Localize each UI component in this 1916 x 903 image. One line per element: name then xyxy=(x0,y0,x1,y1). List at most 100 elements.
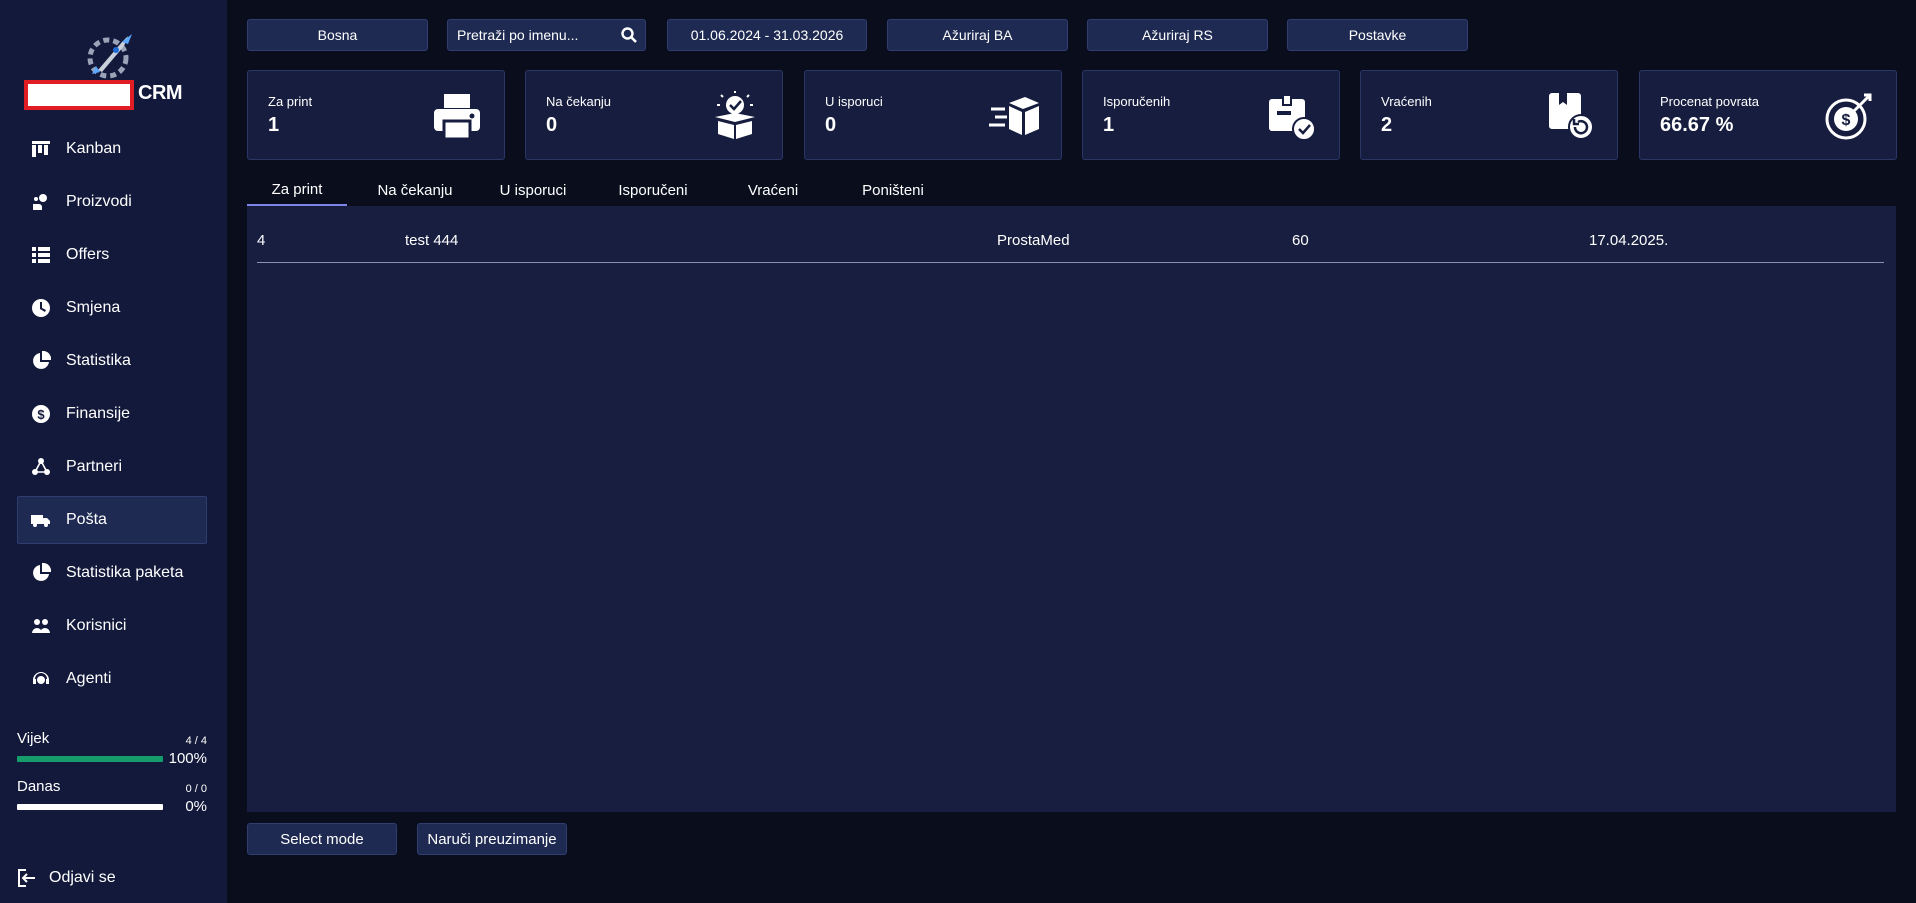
progress-label: Vijek xyxy=(17,730,50,747)
logout-label: Odjavi se xyxy=(49,869,116,886)
stat-label: Za print xyxy=(268,94,313,109)
sidebar-item-label: Korisnici xyxy=(66,617,127,634)
stat-label: U isporuci xyxy=(825,94,883,109)
search-icon xyxy=(621,27,637,43)
progress-track xyxy=(17,803,163,810)
box-check-icon xyxy=(710,91,760,141)
stat-card-za-print[interactable]: Za print 1 xyxy=(247,70,505,160)
settings-button[interactable]: Postavke xyxy=(1287,19,1468,51)
sidebar-item-posta[interactable]: Pošta xyxy=(17,496,207,544)
printer-icon xyxy=(432,91,482,141)
svg-text:$: $ xyxy=(37,407,45,422)
truck-icon xyxy=(30,509,52,531)
progress-count: 4 / 4 xyxy=(185,735,207,747)
stat-value: 66.67 % xyxy=(1660,114,1734,136)
tab-ponisteni[interactable]: Poništeni xyxy=(843,174,943,206)
stat-card-isporucenih[interactable]: Isporučenih 1 xyxy=(1082,70,1340,160)
return-box-icon xyxy=(1545,91,1595,141)
select-mode-button[interactable]: Select mode xyxy=(247,823,397,855)
update-ba-button[interactable]: Ažuriraj BA xyxy=(887,19,1068,51)
sidebar-item-label: Pošta xyxy=(66,511,107,528)
stat-card-procenat-povrata[interactable]: Procenat povrata 66.67 % $ xyxy=(1639,70,1897,160)
tab-vraceni[interactable]: Vraćeni xyxy=(723,174,823,206)
search-input[interactable]: Pretraži po imenu... xyxy=(447,19,646,51)
progress-label: Danas xyxy=(17,778,61,795)
stat-label: Isporučenih xyxy=(1103,94,1171,109)
tab-za-print[interactable]: Za print xyxy=(247,174,347,206)
logo[interactable]: CRM xyxy=(24,32,194,112)
dollar-icon: $ xyxy=(30,403,52,425)
sidebar-item-proizvodi[interactable]: Proizvodi xyxy=(17,178,207,226)
cell-name: test 444 xyxy=(405,232,459,249)
shipments-table: 4 test 444 ProstaMed 60 17.04.2025. xyxy=(247,206,1896,812)
sidebar-item-label: Proizvodi xyxy=(66,193,132,210)
delivered-box-icon xyxy=(1267,91,1317,141)
sidebar-item-korisnici[interactable]: Korisnici xyxy=(17,602,207,650)
stat-label: Na čekanju xyxy=(546,94,612,109)
progress-percent: 100% xyxy=(168,750,207,767)
cell-product: ProstaMed xyxy=(997,232,1070,249)
stat-value: 1 xyxy=(1103,114,1115,136)
table-row[interactable]: 4 test 444 ProstaMed 60 17.04.2025. xyxy=(257,228,1884,263)
sidebar-item-statistika-paketa[interactable]: Statistika paketa xyxy=(17,549,207,597)
sidebar-item-label: Agenti xyxy=(66,670,112,687)
brand-crm-text: CRM xyxy=(138,82,183,104)
sidebar-item-finansije[interactable]: $ Finansije xyxy=(17,390,207,438)
cell-date: 17.04.2025. xyxy=(1589,232,1669,249)
money-target-icon: $ xyxy=(1824,91,1874,141)
tab-isporuceni[interactable]: Isporučeni xyxy=(603,174,703,206)
rocket-logo-icon xyxy=(87,34,132,79)
sidebar-item-label: Statistika paketa xyxy=(66,564,184,581)
stat-card-vracenih[interactable]: Vraćenih 2 xyxy=(1360,70,1618,160)
tab-u-isporuci[interactable]: U isporuci xyxy=(483,174,583,206)
headset-icon xyxy=(30,668,52,690)
progress-percent: 0% xyxy=(185,798,207,815)
logout-icon xyxy=(18,869,35,887)
fast-box-icon xyxy=(989,91,1039,141)
sidebar-item-agenti[interactable]: Agenti xyxy=(17,655,207,703)
sidebar-item-offers[interactable]: Offers xyxy=(17,231,207,279)
progress-danas: Danas 0 / 0 0% xyxy=(17,778,207,815)
svg-text:$: $ xyxy=(1842,112,1851,129)
stat-label: Procenat povrata xyxy=(1660,94,1760,109)
progress-vijek: Vijek 4 / 4 100% xyxy=(17,730,207,767)
users-icon xyxy=(30,615,52,637)
kanban-icon xyxy=(30,138,52,160)
search-placeholder: Pretraži po imenu... xyxy=(457,27,579,43)
stat-value: 2 xyxy=(1381,114,1393,136)
sidebar-item-statistika[interactable]: Statistika xyxy=(17,337,207,385)
logout-button[interactable]: Odjavi se xyxy=(17,868,116,888)
order-pickup-button[interactable]: Naruči preuzimanje xyxy=(417,823,567,855)
sidebar-item-label: Offers xyxy=(66,246,110,263)
sidebar-item-label: Partneri xyxy=(66,458,123,475)
list-icon xyxy=(30,244,52,266)
products-icon xyxy=(30,191,52,213)
sidebar-item-partneri[interactable]: Partneri xyxy=(17,443,207,491)
stat-card-na-cekanju[interactable]: Na čekanju 0 xyxy=(525,70,783,160)
stat-value: 0 xyxy=(546,114,558,136)
cell-id: 4 xyxy=(257,232,266,249)
sidebar-item-smjena[interactable]: Smjena xyxy=(17,284,207,332)
stat-label: Vraćenih xyxy=(1381,94,1432,109)
region-select[interactable]: Bosna xyxy=(247,19,428,51)
tab-na-cekanju[interactable]: Na čekanju xyxy=(365,174,465,206)
date-range-picker[interactable]: 01.06.2024 - 31.03.2026 xyxy=(667,19,867,51)
cell-amount: 60 xyxy=(1292,232,1309,249)
sidebar-item-kanban[interactable]: Kanban xyxy=(17,125,207,173)
sidebar: CRM Kanban Proizvodi Offers Smjena Stati… xyxy=(0,0,227,903)
logo-redacted-box xyxy=(24,80,134,110)
sidebar-item-label: Smjena xyxy=(66,299,121,316)
progress-fill xyxy=(17,755,163,762)
sidebar-item-label: Finansije xyxy=(66,405,131,422)
stat-card-u-isporuci[interactable]: U isporuci 0 xyxy=(804,70,1062,160)
sidebar-item-label: Statistika xyxy=(66,352,131,369)
pie-chart-icon xyxy=(30,350,52,372)
update-rs-button[interactable]: Ažuriraj RS xyxy=(1087,19,1268,51)
share-nodes-icon xyxy=(30,456,52,478)
stat-value: 1 xyxy=(268,114,280,136)
progress-count: 0 / 0 xyxy=(185,783,207,795)
stat-value: 0 xyxy=(825,114,837,136)
pie-chart-icon xyxy=(30,562,52,584)
progress-track xyxy=(17,755,163,762)
sidebar-item-label: Kanban xyxy=(66,140,122,157)
